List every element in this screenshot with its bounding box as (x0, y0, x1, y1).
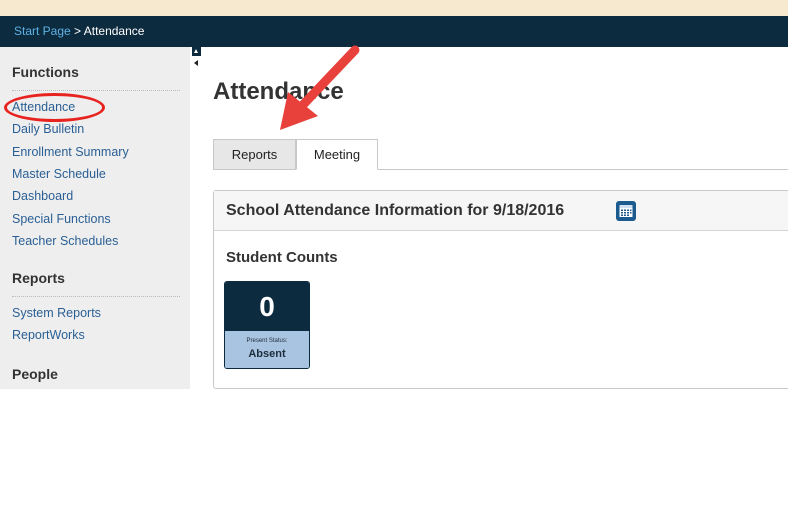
sidebar-item-enrollment-summary[interactable]: Enrollment Summary (12, 145, 129, 159)
people-heading: People (12, 366, 58, 382)
tile-status-label: Absent (248, 348, 286, 360)
tab-meeting[interactable]: Meeting (296, 139, 378, 170)
page-title: Attendance (213, 78, 344, 105)
sidebar: Functions Attendance Daily Bulletin Enro… (0, 47, 190, 389)
collapse-left-icon[interactable] (192, 58, 201, 68)
sidebar-item-special-functions[interactable]: Special Functions (12, 212, 111, 226)
calendar-button[interactable] (616, 201, 636, 221)
top-strip (0, 0, 788, 16)
sidebar-item-master-schedule[interactable]: Master Schedule (12, 167, 106, 181)
breadcrumb: Start Page > Attendance (0, 16, 788, 47)
breadcrumb-separator: > (74, 24, 84, 38)
student-counts-title: Student Counts (226, 249, 338, 266)
tab-reports[interactable]: Reports (213, 139, 296, 170)
sidebar-item-dashboard[interactable]: Dashboard (12, 189, 73, 203)
collapse-up-icon[interactable] (192, 47, 201, 56)
tile-status-prefix: Present Status: (246, 338, 288, 344)
attendance-info-panel: School Attendance Information for 9/18/2… (213, 190, 788, 389)
reports-heading: Reports (12, 270, 65, 286)
tile-footer: Present Status: Absent (225, 331, 309, 368)
calendar-icon (619, 205, 633, 217)
reports-divider (12, 296, 180, 297)
absent-count-tile[interactable]: 0 Present Status: Absent (224, 281, 310, 369)
sidebar-item-reportworks[interactable]: ReportWorks (12, 328, 85, 342)
sidebar-item-daily-bulletin[interactable]: Daily Bulletin (12, 122, 84, 136)
breadcrumb-start-link[interactable]: Start Page (14, 24, 71, 38)
panel-header: School Attendance Information for 9/18/2… (214, 191, 788, 231)
breadcrumb-current: Attendance (83, 24, 145, 38)
sidebar-item-attendance[interactable]: Attendance (12, 100, 75, 114)
sidebar-collapse-strip (190, 47, 202, 389)
panel-title: School Attendance Information for 9/18/2… (226, 202, 565, 219)
tile-count-value: 0 (225, 282, 309, 331)
sidebar-item-system-reports[interactable]: System Reports (12, 306, 101, 320)
functions-divider (12, 90, 180, 91)
functions-heading: Functions (12, 64, 79, 80)
sidebar-item-teacher-schedules[interactable]: Teacher Schedules (12, 234, 118, 248)
